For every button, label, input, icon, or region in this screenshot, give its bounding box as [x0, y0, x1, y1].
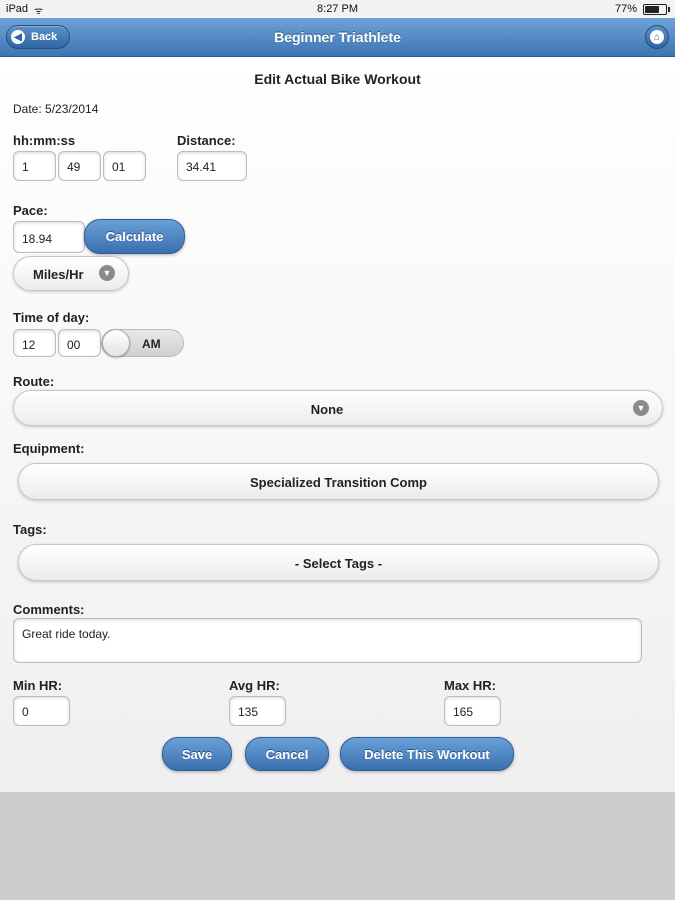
- toggle-knob[interactable]: [102, 329, 130, 357]
- duration-label: hh:mm:ss: [13, 133, 76, 148]
- app-header: ◀ Back Beginner Triathlete ⌂: [0, 18, 675, 57]
- ampm-toggle[interactable]: AM: [101, 329, 184, 357]
- time-of-day-label: Time of day:: [13, 310, 90, 325]
- comments-label: Comments:: [13, 602, 85, 617]
- avg-hr-input[interactable]: 135: [229, 696, 286, 726]
- pace-unit-select[interactable]: Miles/Hr ▼: [13, 256, 129, 291]
- comments-textarea[interactable]: Great ride today.: [13, 618, 642, 663]
- cancel-button[interactable]: Cancel: [245, 737, 329, 771]
- chevron-down-icon: ▼: [633, 400, 649, 416]
- avg-hr-label: Avg HR:: [229, 678, 280, 693]
- battery-fill: [645, 6, 659, 13]
- battery-icon: [643, 4, 670, 15]
- home-icon: ⌂: [650, 30, 664, 44]
- min-hr-label: Min HR:: [13, 678, 63, 693]
- page-title: Edit Actual Bike Workout: [254, 71, 421, 87]
- workout-date: Date: 5/23/2014: [13, 102, 99, 116]
- equipment-select[interactable]: Specialized Transition Comp: [18, 463, 659, 500]
- pace-input[interactable]: 18.94: [13, 221, 85, 253]
- route-label: Route:: [13, 374, 55, 389]
- calculate-button[interactable]: Calculate: [84, 219, 185, 254]
- distance-label: Distance:: [177, 133, 236, 148]
- pace-unit-value: Miles/Hr: [33, 267, 84, 282]
- status-bar: iPad ᯤ 8:27 PM 77%: [0, 0, 675, 18]
- min-hr-input[interactable]: 0: [13, 696, 70, 726]
- battery-percent: 77%: [614, 3, 637, 15]
- equipment-label: Equipment:: [13, 441, 85, 456]
- status-time: 8:27 PM: [317, 3, 358, 15]
- home-button[interactable]: ⌂: [645, 25, 669, 49]
- save-button[interactable]: Save: [162, 737, 232, 771]
- hours-input[interactable]: 1: [13, 151, 56, 181]
- max-hr-input[interactable]: 165: [444, 696, 501, 726]
- ampm-label: AM: [142, 337, 161, 351]
- tags-select[interactable]: - Select Tags -: [18, 544, 659, 581]
- pace-label: Pace:: [13, 203, 48, 218]
- route-select[interactable]: None ▼: [13, 390, 663, 426]
- workout-form: Edit Actual Bike Workout Date: 5/23/2014…: [0, 57, 675, 792]
- tags-label: Tags:: [13, 522, 47, 537]
- distance-input[interactable]: 34.41: [177, 151, 247, 181]
- tod-minute-input[interactable]: 00: [58, 329, 101, 357]
- delete-workout-button[interactable]: Delete This Workout: [340, 737, 514, 771]
- max-hr-label: Max HR:: [444, 678, 497, 693]
- minutes-input[interactable]: 49: [58, 151, 101, 181]
- route-value: None: [310, 402, 344, 417]
- header-title: Beginner Triathlete: [274, 29, 401, 45]
- tod-hour-input[interactable]: 12: [13, 329, 56, 357]
- chevron-down-icon: ▼: [99, 265, 115, 281]
- seconds-input[interactable]: 01: [103, 151, 146, 181]
